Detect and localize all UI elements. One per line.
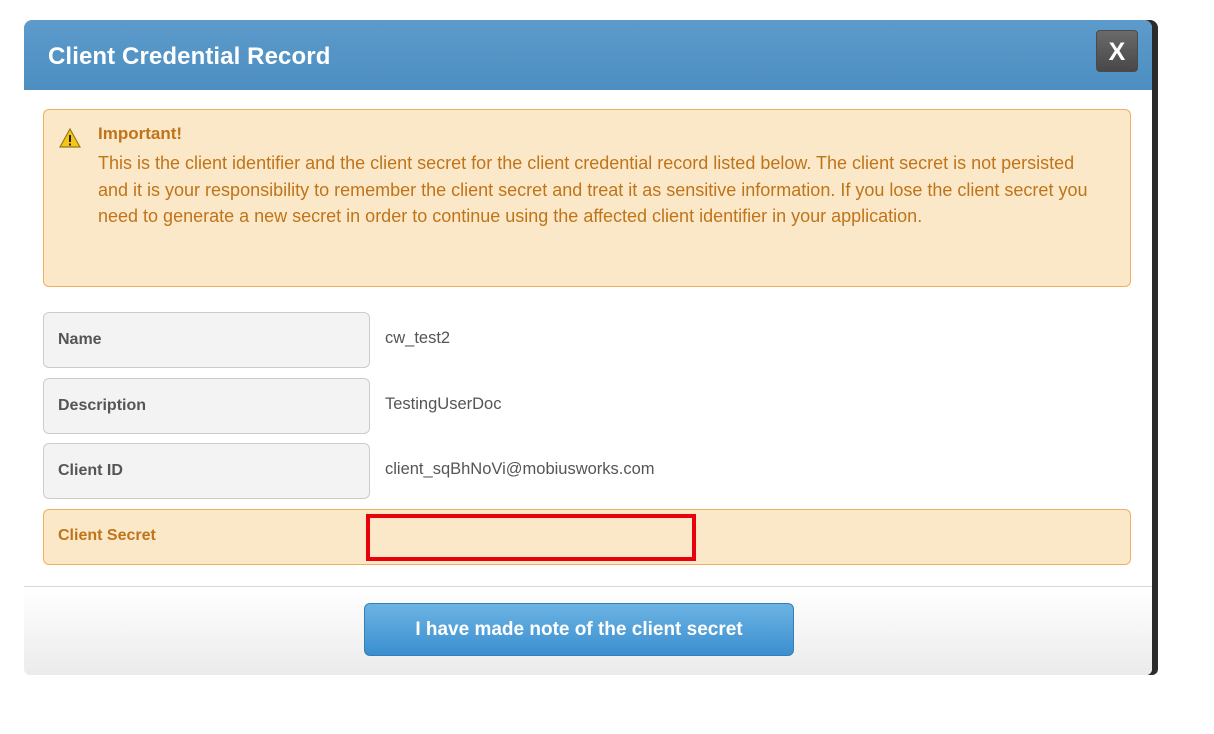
- field-label-box: Client ID: [43, 443, 370, 499]
- field-value-name: cw_test2: [385, 329, 451, 347]
- field-label-box: Name: [43, 312, 370, 368]
- field-value-client-id: client_sqBhNoVi@mobiusworks.com: [385, 460, 655, 478]
- field-row-client-id: Client ID client_sqBhNoVi@mobiusworks.co…: [43, 443, 1131, 499]
- dialog-footer: I have made note of the client secret: [24, 586, 1152, 675]
- field-row-name: Name cw_test2: [43, 312, 1131, 368]
- client-secret-label: Client Secret: [58, 527, 156, 544]
- client-secret-row: Client Secret: [43, 509, 1131, 565]
- client-credential-dialog: Client Credential Record X Important! Th…: [24, 20, 1152, 675]
- field-value-description: TestingUserDoc: [385, 395, 502, 413]
- important-alert: Important! This is the client identifier…: [43, 109, 1131, 287]
- alert-heading: Important!: [98, 124, 183, 143]
- close-button[interactable]: X: [1096, 30, 1138, 72]
- dialog-body: Important! This is the client identifier…: [24, 90, 1152, 588]
- dialog-titlebar: Client Credential Record X: [24, 20, 1152, 90]
- dialog-title: Client Credential Record: [48, 43, 331, 70]
- field-row-description: Description TestingUserDoc: [43, 378, 1131, 434]
- field-label-name: Name: [58, 331, 102, 348]
- confirm-noted-button[interactable]: I have made note of the client secret: [364, 603, 794, 656]
- field-label-box: Description: [43, 378, 370, 434]
- warning-icon: [59, 128, 81, 148]
- field-label-client-id: Client ID: [58, 462, 123, 479]
- client-secret-value[interactable]: [366, 514, 696, 561]
- field-label-description: Description: [58, 397, 147, 414]
- alert-message: This is the client identifier and the cl…: [98, 153, 1088, 226]
